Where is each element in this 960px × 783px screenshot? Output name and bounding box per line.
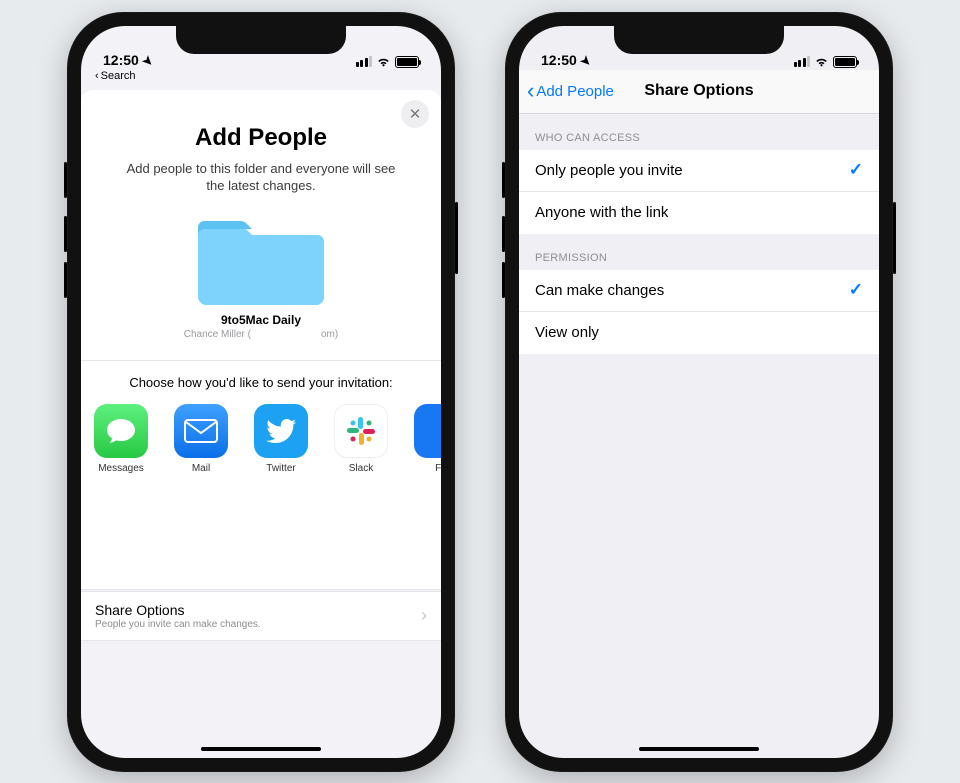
share-options-title: Share Options	[95, 602, 261, 618]
section-header-access: WHO CAN ACCESS	[519, 114, 879, 150]
invite-label: Choose how you'd like to send your invit…	[81, 361, 441, 404]
phone-left: 12:50➤ ‹ Search ✕ Add People Add people …	[67, 12, 455, 772]
row-view-only[interactable]: View only	[519, 312, 879, 354]
screen-right: 12:50➤ ‹ Add People Share Options WHO CA…	[519, 26, 879, 758]
checkmark-icon: ✓	[849, 160, 863, 180]
app-twitter[interactable]: Twitter	[251, 404, 311, 474]
app-messages[interactable]: Messages	[91, 404, 151, 474]
sheet-title: Add People	[81, 90, 441, 152]
section-header-permission: PERMISSION	[519, 234, 879, 270]
notch	[614, 26, 784, 54]
slack-icon	[334, 404, 388, 458]
share-options-row[interactable]: Share Options People you invite can make…	[81, 591, 441, 641]
row-label: Anyone with the link	[535, 204, 668, 221]
navbar: ‹ Add People Share Options	[519, 70, 879, 114]
wifi-icon	[376, 56, 391, 67]
back-to-search[interactable]: ‹ Search	[81, 70, 441, 86]
sheet-description: Add people to this folder and everyone w…	[81, 152, 441, 209]
status-time: 12:50➤	[103, 52, 153, 68]
chevron-right-icon: ›	[421, 605, 427, 626]
share-options-subtitle: People you invite can make changes.	[95, 619, 261, 630]
permission-list: Can make changes ✓ View only	[519, 270, 879, 354]
checkmark-icon: ✓	[849, 280, 863, 300]
wifi-icon	[814, 56, 829, 67]
battery-icon	[395, 56, 419, 68]
app-label: Messages	[98, 463, 144, 474]
chevron-left-icon: ‹	[95, 70, 99, 82]
access-list: Only people you invite ✓ Anyone with the…	[519, 150, 879, 234]
app-mail[interactable]: Mail	[171, 404, 231, 474]
battery-icon	[833, 56, 857, 68]
twitter-icon	[254, 404, 308, 458]
location-arrow-icon: ➤	[139, 52, 156, 69]
location-arrow-icon: ➤	[577, 52, 594, 69]
back-button[interactable]: ‹ Add People	[527, 83, 614, 100]
back-search-label: Search	[101, 70, 136, 82]
status-right	[794, 56, 858, 68]
row-make-changes[interactable]: Can make changes ✓	[519, 270, 879, 312]
app-facebook-partial[interactable]: Fa	[411, 404, 441, 474]
app-label: Mail	[192, 463, 210, 474]
close-button[interactable]: ✕	[401, 100, 429, 128]
facebook-icon	[414, 404, 441, 458]
app-label: Twitter	[266, 463, 295, 474]
folder-name: 9to5Mac Daily	[81, 313, 441, 327]
signal-icon	[794, 56, 811, 67]
phone-right: 12:50➤ ‹ Add People Share Options WHO CA…	[505, 12, 893, 772]
folder-owner: Chance Miller (om)	[81, 329, 441, 340]
add-people-sheet: ✕ Add People Add people to this folder a…	[81, 90, 441, 590]
home-indicator[interactable]	[201, 747, 321, 751]
close-icon: ✕	[409, 105, 422, 123]
status-time: 12:50➤	[541, 52, 591, 68]
signal-icon	[356, 56, 373, 67]
mail-icon	[174, 404, 228, 458]
navbar-title: Share Options	[644, 82, 753, 100]
screen-left: 12:50➤ ‹ Search ✕ Add People Add people …	[81, 26, 441, 758]
home-indicator[interactable]	[639, 747, 759, 751]
app-label: Fa	[435, 463, 441, 474]
folder-icon	[198, 213, 324, 305]
share-apps-row[interactable]: Messages Mail Twitter	[81, 404, 441, 492]
messages-icon	[94, 404, 148, 458]
app-label: Slack	[349, 463, 373, 474]
notch	[176, 26, 346, 54]
row-label: Only people you invite	[535, 162, 683, 179]
row-label: View only	[535, 324, 599, 341]
back-label: Add People	[536, 83, 614, 100]
status-right	[356, 56, 420, 68]
row-only-invited[interactable]: Only people you invite ✓	[519, 150, 879, 192]
row-anyone-link[interactable]: Anyone with the link	[519, 192, 879, 234]
app-slack[interactable]: Slack	[331, 404, 391, 474]
row-label: Can make changes	[535, 282, 664, 299]
